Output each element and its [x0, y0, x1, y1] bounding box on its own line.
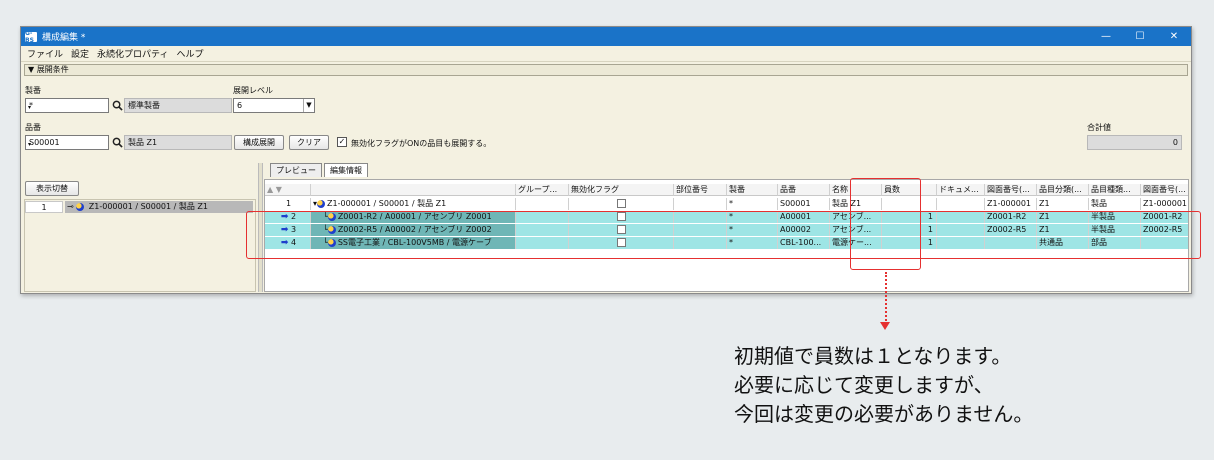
- seiban-input[interactable]: * ▾: [25, 98, 109, 113]
- col-group[interactable]: グループ...: [516, 184, 569, 196]
- product-icon: [317, 199, 326, 208]
- annotation-line-1: 初期値で員数は１となります。: [734, 344, 1012, 368]
- row-number: 1: [265, 198, 311, 210]
- cell-item-class[interactable]: Z1: [1037, 198, 1089, 210]
- close-button[interactable]: ✕: [1157, 27, 1191, 46]
- level-select[interactable]: 6 ▼: [233, 98, 315, 113]
- include-disabled-label: 無効化フラグがONの品目も展開する。: [351, 139, 492, 148]
- cell-part-number[interactable]: [674, 198, 727, 210]
- cell-hinban[interactable]: S00001: [778, 198, 830, 210]
- cell-seiban[interactable]: *: [727, 198, 778, 210]
- header-tree: [311, 184, 516, 196]
- menu-persistence[interactable]: 永続化プロパティ: [97, 47, 168, 60]
- col-document[interactable]: ドキュメ...: [937, 184, 985, 196]
- cell-drawing-number-2[interactable]: Z1-000001: [1141, 198, 1188, 210]
- sort-icon[interactable]: ▲ ▼: [265, 184, 311, 196]
- table-row-tree[interactable]: ▾ Z1-000001 / S00001 / 製品 Z1: [311, 198, 516, 210]
- clear-button[interactable]: クリア: [289, 135, 329, 150]
- hinban-name-field: 製品 Z1: [124, 135, 232, 150]
- col-hinban[interactable]: 品番: [778, 184, 830, 196]
- disabled-flag-checkbox[interactable]: [617, 199, 626, 208]
- display-toggle-button[interactable]: 表示切替: [25, 181, 79, 196]
- level-label: 展開レベル: [233, 86, 273, 95]
- annotation-line-3: 今回は変更の必要がありません。: [734, 402, 1034, 426]
- col-drawing-number-2[interactable]: 図面番号(...: [1141, 184, 1188, 196]
- tree-connector-icon: ⊸: [67, 202, 74, 211]
- menu-bar: ファイル 設定 永続化プロパティ ヘルプ: [21, 46, 1191, 62]
- col-item-kind[interactable]: 品目種類...: [1089, 184, 1141, 196]
- menu-help[interactable]: ヘルプ: [177, 47, 204, 60]
- window-title: 構成編集 *: [42, 33, 86, 43]
- annotation-text: 初期値で員数は１となります。 必要に応じて変更しますが、 今回は変更の必要があり…: [734, 342, 1033, 429]
- menu-settings[interactable]: 設定: [71, 47, 89, 60]
- callout-arrow-icon: [880, 322, 890, 330]
- product-icon: [76, 202, 85, 211]
- tab-preview[interactable]: プレビュー: [270, 163, 322, 177]
- menu-file[interactable]: ファイル: [27, 47, 63, 60]
- annotation-line-2: 必要に応じて変更しますが、: [734, 373, 994, 397]
- cell-document[interactable]: [937, 198, 985, 210]
- hinban-label: 品番: [25, 123, 41, 132]
- expand-conditions-header[interactable]: ▼ 展開条件: [24, 64, 1188, 76]
- col-drawing-number[interactable]: 図面番号(...: [985, 184, 1037, 196]
- left-tree-item[interactable]: ⊸ Z1-000001 / S00001 / 製品 Z1: [65, 201, 253, 213]
- seiban-name-field: 標準製番: [124, 98, 232, 113]
- cell-item-kind[interactable]: 製品: [1089, 198, 1141, 210]
- include-disabled-checkbox[interactable]: ✓: [337, 137, 347, 147]
- left-row-number: 1: [25, 201, 63, 213]
- cell-disabled-flag[interactable]: [569, 198, 674, 210]
- hinban-input[interactable]: S00001 ▾: [25, 135, 109, 150]
- minimize-button[interactable]: —: [1089, 27, 1123, 46]
- col-seiban[interactable]: 製番: [727, 184, 778, 196]
- cell-group[interactable]: [516, 198, 569, 210]
- search-icon[interactable]: [112, 100, 123, 111]
- highlight-rows-box: [246, 211, 1201, 259]
- tab-strip: プレビュー 編集情報: [270, 163, 370, 179]
- cell-drawing-number[interactable]: Z1-000001: [985, 198, 1037, 210]
- spin-down-icon: ▾: [28, 104, 32, 111]
- seiban-label: 製番: [25, 86, 41, 95]
- app-icon: G-BS: [25, 30, 37, 44]
- title-bar[interactable]: G-BS 構成編集 * — ☐ ✕: [21, 27, 1191, 46]
- spin-down-icon: ▾: [28, 141, 32, 148]
- total-value: 0: [1087, 135, 1182, 150]
- maximize-button[interactable]: ☐: [1123, 27, 1157, 46]
- col-disabled-flag[interactable]: 無効化フラグ: [569, 184, 674, 196]
- tab-edit-info[interactable]: 編集情報: [324, 163, 368, 177]
- search-icon[interactable]: [112, 137, 123, 148]
- dropdown-arrow-icon: ▼: [303, 99, 314, 112]
- total-label: 合計値: [1087, 123, 1111, 132]
- col-item-class[interactable]: 品目分類(...: [1037, 184, 1089, 196]
- expand-button[interactable]: 構成展開: [234, 135, 284, 150]
- col-part-number[interactable]: 部位番号: [674, 184, 727, 196]
- callout-dotted-line: [885, 272, 887, 324]
- highlight-quantity-box: [850, 178, 921, 270]
